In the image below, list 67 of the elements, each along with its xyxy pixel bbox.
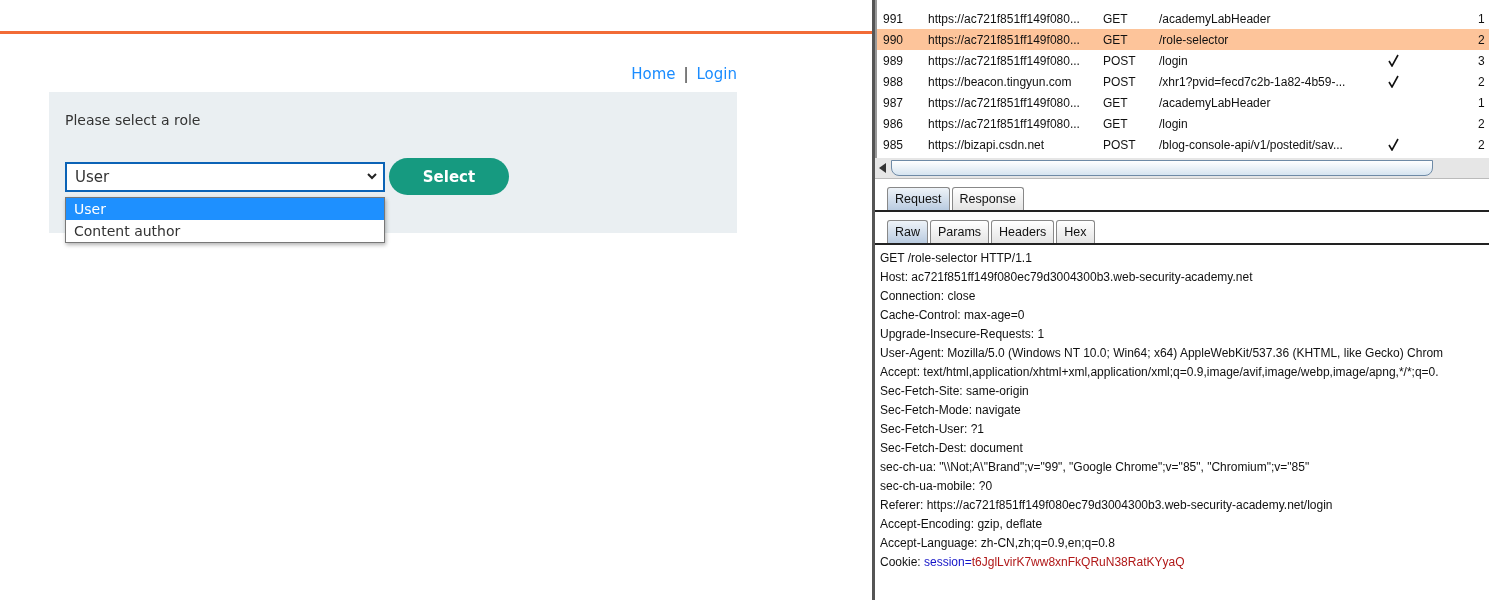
- request-line: Sec-Fetch-Site: same-origin: [880, 383, 1030, 400]
- cookie-line: Cookie: session=t6JglLvirK7ww8xnFkQRuN38RatKYyaQ: [880, 554, 1186, 571]
- url-cell-text: /academyLabHeader: [1159, 95, 1272, 110]
- request-line: sec-ch-ua-mobile: ?0: [880, 478, 994, 495]
- row-number: 990: [883, 32, 905, 47]
- nav-separator: |: [683, 65, 689, 83]
- request-line: User-Agent: Mozilla/5.0 (Windows NT 10.0; Win64; x64) AppleWebKit/537.36 (KHTML, like Gecko) Chrom: [880, 345, 1445, 362]
- request-line: Referer: https://ac721f851ff149f080ec79d3004300b3.web-security-academy.net/login: [880, 497, 1334, 514]
- host-cell-text: https://ac721f851ff149f080...: [928, 32, 1081, 47]
- method-cell-text: POST: [1103, 74, 1137, 89]
- view-tab[interactable]: Raw: [887, 220, 928, 243]
- host-cell-text: https://bizapi.csdn.net: [928, 137, 1046, 152]
- request-line: sec-ch-ua: "\\Not;A\"Brand";v="99", "Google Chrome";v="85", "Chromium";v="85": [880, 459, 1311, 476]
- status-cell: 2: [1478, 74, 1486, 89]
- view-tab[interactable]: Params: [930, 220, 990, 243]
- method-cell-text: GET: [1103, 95, 1129, 110]
- request-line: Sec-Fetch-Mode: navigate: [880, 402, 1022, 419]
- request-line: Upgrade-Insecure-Requests: 1: [880, 326, 1046, 343]
- request-line: Accept-Encoding: gzip, deflate: [880, 516, 1044, 533]
- message-tab[interactable]: Response: [951, 187, 1024, 210]
- scroll-left-icon[interactable]: [879, 163, 887, 173]
- role-select[interactable]: User: [65, 161, 385, 192]
- chevron-icon: [367, 173, 377, 180]
- scrollbar-thumb[interactable]: [891, 160, 1433, 176]
- request-line: Sec-Fetch-Dest: document: [880, 440, 1024, 457]
- host-cell-text: https://ac721f851ff149f080...: [928, 53, 1081, 68]
- row-number: 991: [883, 11, 905, 26]
- host-cell-text: https://beacon.tingyun.com: [928, 74, 1073, 89]
- url-cell-text: /login: [1159, 116, 1189, 131]
- method-cell-text: POST: [1103, 53, 1137, 68]
- host-cell-text: https://ac721f851ff149f080...: [928, 95, 1081, 110]
- status-cell: 1: [1478, 95, 1486, 110]
- method-cell-text: GET: [1103, 11, 1129, 26]
- url-cell-text: /role-selector: [1159, 32, 1230, 47]
- row-number: 987: [883, 95, 905, 110]
- request-line: Cache-Control: max-age=0: [880, 307, 1026, 324]
- method-cell-text: GET: [1103, 32, 1129, 47]
- url-cell-text: /blog-console-api/v1/postedit/sav...: [1159, 137, 1344, 152]
- host-cell-text: https://ac721f851ff149f080...: [928, 11, 1081, 26]
- request-line: Sec-Fetch-User: ?1: [880, 421, 986, 438]
- view-tab[interactable]: Hex: [1056, 220, 1095, 243]
- request-line: Accept-Language: zh-CN,zh;q=0.9,en;q=0.8: [880, 535, 1116, 552]
- method-cell-text: GET: [1103, 116, 1129, 131]
- url-cell-text: /academyLabHeader: [1159, 11, 1272, 26]
- view-tab[interactable]: Headers: [991, 220, 1055, 243]
- row-number: 985: [883, 137, 905, 152]
- role-option[interactable]: Content author: [66, 220, 384, 242]
- status-cell: 2: [1478, 137, 1486, 152]
- request-line: Host: ac721f851ff149f080ec79d3004300b3.web-security-academy.net: [880, 269, 1254, 286]
- row-number: 986: [883, 116, 905, 131]
- request-line: Connection: close: [880, 288, 977, 305]
- row-number: 988: [883, 74, 905, 89]
- status-cell: 2: [1478, 116, 1486, 131]
- request-line: GET /role-selector HTTP/1.1: [880, 250, 1033, 267]
- status-cell: 2: [1478, 32, 1486, 47]
- history-row[interactable]: 990 https://ac721f851ff149f080... GET /role-selector 2: [877, 29, 1489, 50]
- select-button[interactable]: Select: [389, 158, 509, 195]
- host-cell-text: https://ac721f851ff149f080...: [928, 116, 1081, 131]
- status-cell: 1: [1478, 11, 1486, 26]
- role-prompt: Please select a role: [65, 112, 202, 128]
- url-cell-text: /xhr1?pvid=fecd7c2b-1a82-4b59-...: [1159, 74, 1347, 89]
- request-line: Accept: text/html,application/xhtml+xml,application/xml;q=0.9,image/avif,image/webp,image/apng,*/*;q=0.: [880, 364, 1440, 381]
- row-number: 989: [883, 53, 905, 68]
- url-cell-text: /login: [1159, 53, 1189, 68]
- method-cell-text: POST: [1103, 137, 1137, 152]
- message-tab[interactable]: Request: [887, 187, 950, 210]
- status-cell: 3: [1478, 53, 1486, 68]
